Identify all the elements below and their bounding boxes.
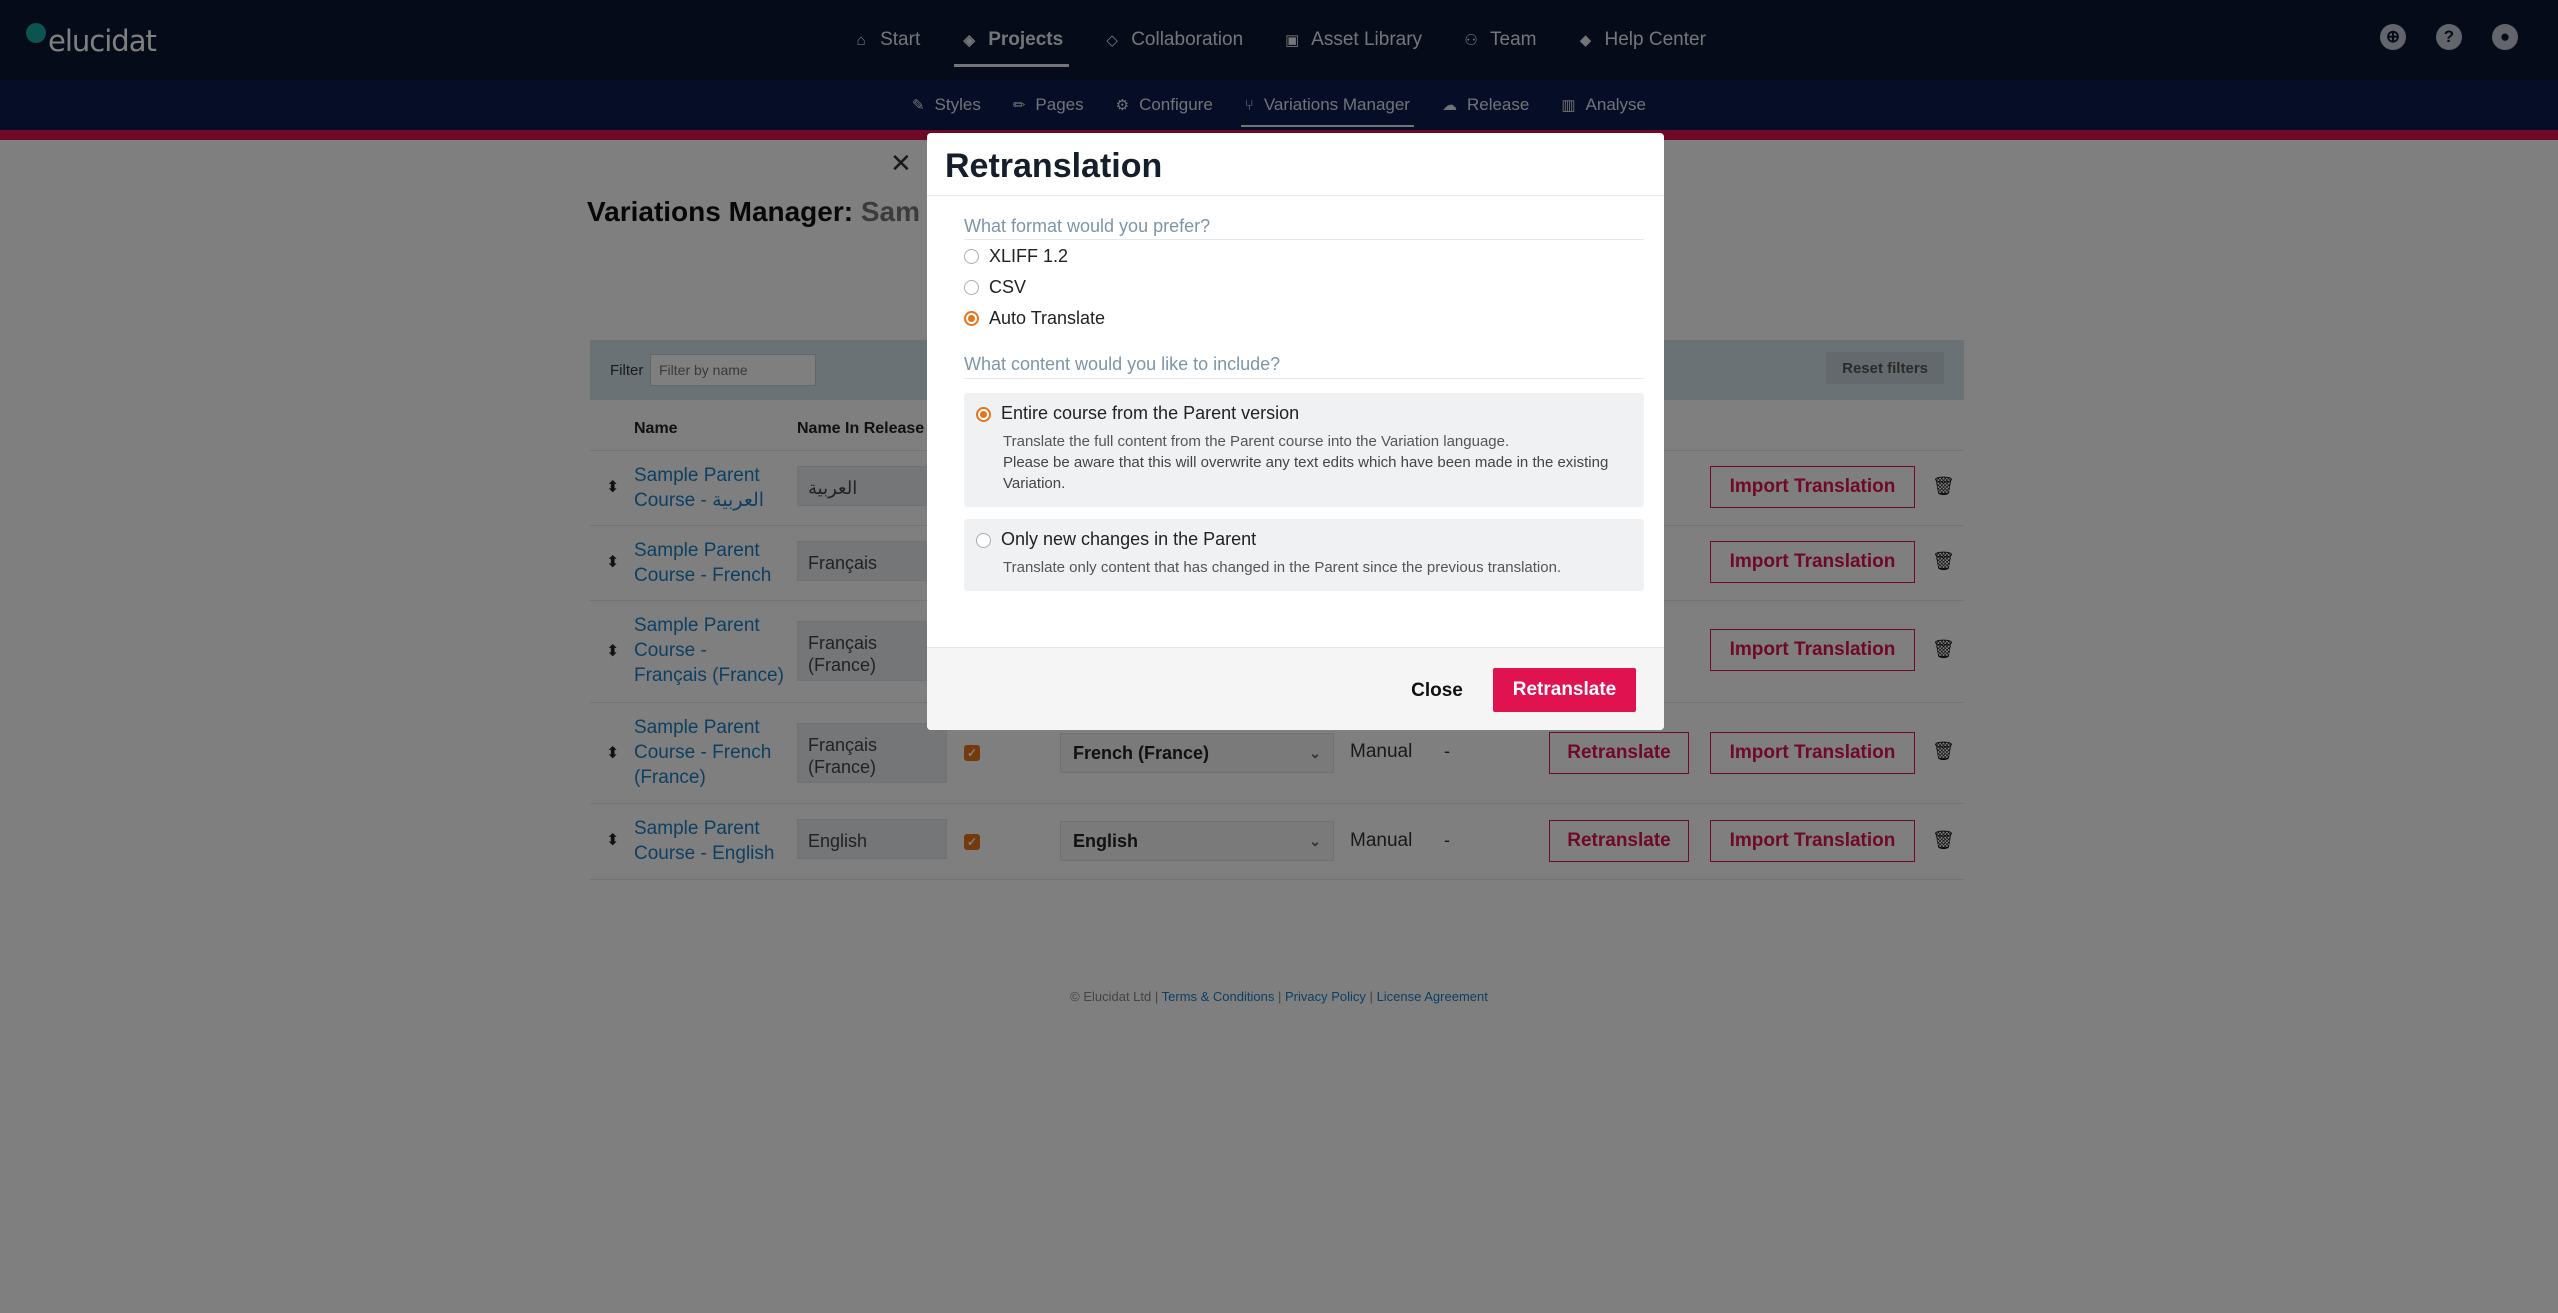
content-question: What content would you like to include? bbox=[964, 354, 1281, 374]
format-option-auto-translate[interactable]: Auto Translate bbox=[964, 308, 1105, 329]
radio-entire-course[interactable] bbox=[976, 407, 991, 422]
retranslate-submit-button[interactable]: Retranslate bbox=[1493, 668, 1636, 712]
modal-title: Retranslation bbox=[945, 147, 1163, 185]
divider bbox=[927, 195, 1664, 196]
option-title: Entire course from the Parent version bbox=[1001, 403, 1300, 423]
option-warning: Please be aware that this will overwrite… bbox=[1003, 454, 1609, 492]
option-description: Translate only content that has changed … bbox=[1003, 559, 1562, 576]
divider bbox=[964, 378, 1644, 379]
option-description: Translate the full content from the Pare… bbox=[1003, 433, 1510, 450]
radio-auto-translate[interactable] bbox=[964, 311, 979, 326]
format-option-csv[interactable]: CSV bbox=[964, 277, 1026, 298]
option-entire-course[interactable]: Entire course from the Parent version Tr… bbox=[964, 393, 1644, 507]
radio-csv[interactable] bbox=[964, 280, 979, 295]
format-question: What format would you prefer? bbox=[964, 216, 1211, 236]
format-option-xliff[interactable]: XLIFF 1.2 bbox=[964, 246, 1068, 267]
radio-new-changes[interactable] bbox=[976, 533, 991, 548]
close-button[interactable]: Close bbox=[1397, 670, 1477, 712]
option-new-changes[interactable]: Only new changes in the Parent Translate… bbox=[964, 519, 1644, 591]
retranslation-modal: Retranslation What format would you pref… bbox=[927, 133, 1664, 730]
option-title: Only new changes in the Parent bbox=[1001, 529, 1257, 549]
divider bbox=[964, 239, 1644, 240]
radio-xliff[interactable] bbox=[964, 249, 979, 264]
modal-footer: Close Retranslate bbox=[927, 647, 1664, 730]
